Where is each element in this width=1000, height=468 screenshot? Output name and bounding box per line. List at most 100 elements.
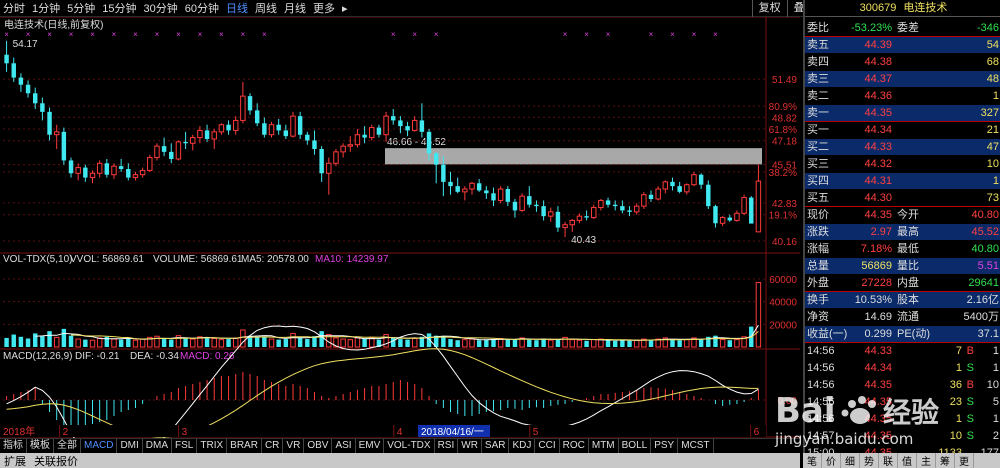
volume-bar: [169, 339, 174, 347]
period-0[interactable]: 分时: [3, 0, 25, 16]
period-3[interactable]: 15分钟: [102, 0, 136, 16]
event-marker: ×: [198, 30, 203, 39]
more-arrow-icon[interactable]: ▸: [342, 2, 348, 15]
panel-tab-6[interactable]: 主: [917, 453, 936, 468]
chart-title: 电连技术(日线,前复权): [4, 18, 103, 31]
period-8[interactable]: 月线: [284, 0, 306, 16]
indicator-tab-bar: 指标 模板 全部 MACD DMI DMA FSL TRIX BRAR CR VR OBV ASI EMV…: [0, 438, 800, 453]
event-marker: ×: [412, 30, 417, 39]
volume-bar: [576, 339, 583, 348]
stat-label: 最低: [897, 243, 919, 255]
indicator-tab-5[interactable]: DMA: [143, 439, 173, 453]
candle-body: [376, 127, 382, 135]
indicator-tab-24[interactable]: MCST: [678, 439, 714, 453]
kline-chart-svg[interactable]: 电连技术(日线,前复权) 46.66 - 45.52 51.49 80.9%48.82…: [0, 17, 800, 438]
macd-header-dif: DIF: -0.21: [75, 351, 120, 362]
volume-bar: [627, 340, 632, 347]
panel-tab-0[interactable]: 笔: [803, 453, 822, 468]
event-marker: ×: [176, 30, 181, 39]
candle-body: [61, 131, 67, 161]
indicator-tab-9[interactable]: CR: [262, 439, 284, 453]
indicator-tab-0[interactable]: 指标: [0, 439, 27, 453]
indicator-tab-12[interactable]: ASI: [332, 439, 356, 453]
indicator-tab-1[interactable]: 模板: [27, 439, 54, 453]
period-4[interactable]: 30分钟: [144, 0, 178, 16]
vol-header-ma5: MA5: 20578.00: [241, 254, 309, 265]
indicator-tab-21[interactable]: MTM: [589, 439, 619, 453]
event-marker: ×: [90, 30, 95, 39]
panel-tab-1[interactable]: 价: [822, 453, 841, 468]
stat-label: 量比: [897, 260, 919, 272]
kline-chart-area[interactable]: 电连技术(日线,前复权) 46.66 - 45.52 51.49 80.9% 48.82…: [0, 17, 800, 452]
indicator-tab-20[interactable]: ROC: [560, 439, 589, 453]
tick-direction: B: [966, 379, 974, 391]
panel-tab-3[interactable]: 势: [860, 453, 879, 468]
sell-price: 44.38: [864, 56, 892, 68]
indicator-tab-18[interactable]: KDJ: [509, 439, 536, 453]
volume-bar: [75, 338, 81, 348]
tick-row-3: 14:56 44.35 23 S 5: [805, 394, 1000, 410]
period-7[interactable]: 周线: [255, 0, 277, 16]
indicator-tab-23[interactable]: PSY: [651, 439, 679, 453]
panel-tab-8[interactable]: 更: [955, 453, 974, 468]
candle-body: [741, 197, 747, 214]
volume-bar: [33, 333, 38, 347]
event-marker: ×: [69, 30, 74, 39]
tick-volume: 36: [949, 379, 962, 391]
status-item-1[interactable]: 关联报价: [30, 453, 82, 468]
volume-bar: [491, 339, 496, 347]
panel-tab-2[interactable]: 细: [841, 453, 860, 468]
period-5[interactable]: 60分钟: [185, 0, 219, 16]
price-axis-label-3: 61.8%: [769, 125, 797, 136]
indicator-tab-19[interactable]: CCI: [535, 439, 560, 453]
candle-body: [491, 193, 496, 201]
stat-value: 5.51: [977, 260, 999, 272]
candle-body: [89, 172, 96, 179]
period-1[interactable]: 1分钟: [32, 0, 60, 16]
candle-body: [476, 183, 482, 191]
candle-body: [484, 190, 489, 194]
indicator-tab-10[interactable]: VR: [283, 439, 305, 453]
event-marker: ×: [434, 30, 439, 39]
panel-tab-5[interactable]: 值: [898, 453, 917, 468]
volume-bar: [569, 339, 575, 348]
volume-bar: [4, 337, 9, 347]
status-item-0[interactable]: 扩展: [0, 453, 30, 468]
volume-bar: [11, 334, 16, 347]
volume-bar: [232, 337, 239, 348]
stat-label: 净资: [807, 311, 829, 323]
panel-tab-7[interactable]: 筹: [936, 453, 955, 468]
period-2[interactable]: 5分钟: [67, 0, 95, 16]
stat-value: 40.80: [971, 243, 999, 255]
indicator-tab-4[interactable]: DMI: [117, 439, 143, 453]
buy-price: 44.33: [864, 141, 892, 153]
indicator-tab-15[interactable]: RSI: [435, 439, 459, 453]
dea-line: [6, 348, 759, 438]
indicator-tab-7[interactable]: TRIX: [197, 439, 228, 453]
candle-body: [391, 116, 396, 121]
indicator-tab-3[interactable]: MACD: [81, 439, 118, 453]
candle-body: [698, 174, 704, 185]
indicator-tab-14[interactable]: VOL-TDX: [384, 439, 435, 453]
volume-bar: [727, 340, 732, 347]
period-9[interactable]: 更多: [313, 0, 335, 16]
volume-bar: [462, 339, 468, 348]
indicator-tab-2[interactable]: 全部: [54, 439, 81, 453]
indicator-tab-13[interactable]: EMV: [356, 439, 385, 453]
buy-volume: 1: [992, 175, 999, 187]
volume-bar: [290, 332, 296, 348]
indicator-tab-22[interactable]: BOLL: [619, 439, 652, 453]
indicator-tab-17[interactable]: SAR: [482, 439, 510, 453]
period-6[interactable]: 日线: [226, 0, 248, 16]
stat-value: 2.97: [870, 226, 892, 238]
indicator-tab-11[interactable]: OBV: [304, 439, 333, 453]
panel-tab-4[interactable]: 联: [879, 453, 898, 468]
indicator-tab-16[interactable]: WR: [458, 439, 482, 453]
tool-button-0[interactable]: 复权: [751, 0, 787, 17]
candle-body: [154, 145, 160, 159]
indicator-tab-6[interactable]: FSL: [172, 439, 198, 453]
indicator-tab-8[interactable]: BRAR: [227, 439, 262, 453]
candle-body: [11, 63, 16, 78]
candle-body: [369, 127, 375, 139]
stat-value: 14.69: [864, 311, 892, 323]
